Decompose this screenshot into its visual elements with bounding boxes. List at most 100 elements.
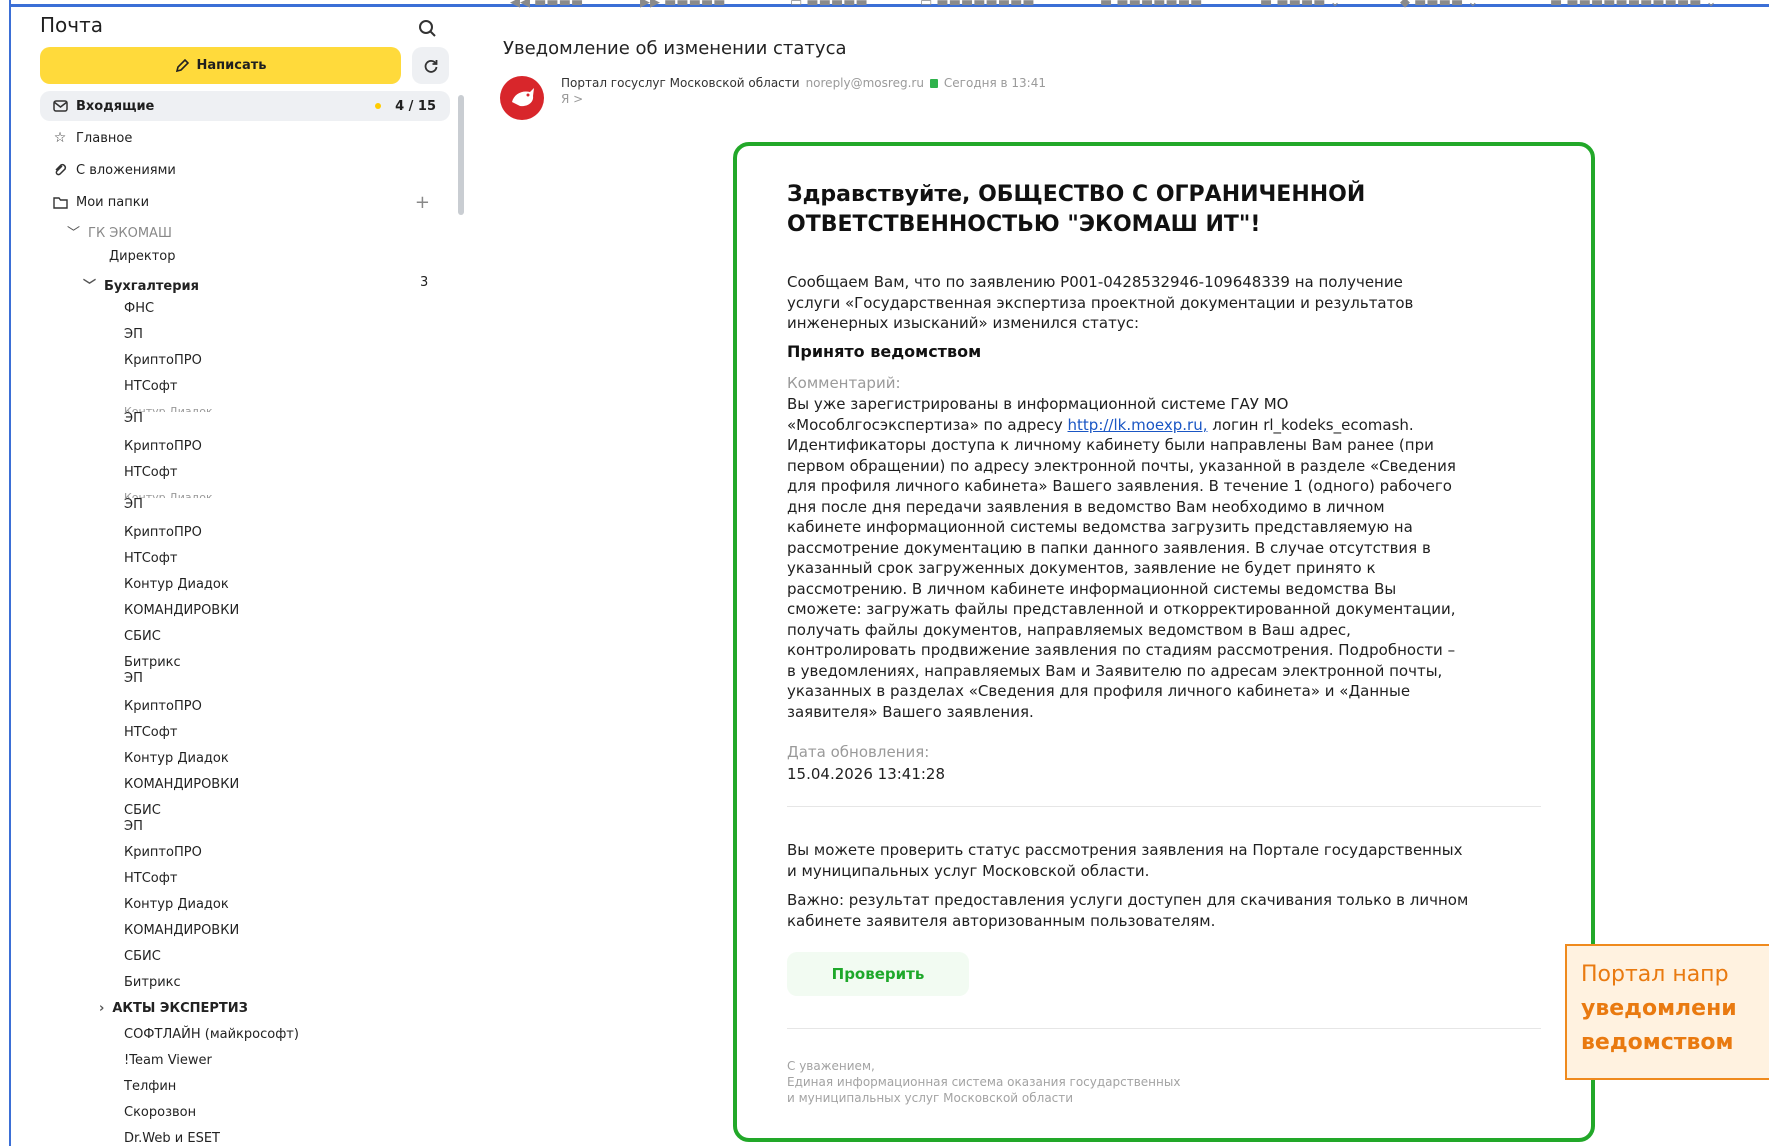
- folder-item[interactable]: СБИС: [124, 803, 161, 818]
- folder-item[interactable]: ЭП: [124, 497, 143, 512]
- folder-item[interactable]: ЭП: [124, 327, 143, 342]
- toolbar-item-clipped[interactable]: ◀◀ ▬▬▬▬: [510, 0, 583, 10]
- toolbar-item-clipped[interactable]: ▶▶ ▬▬▬▬▬: [640, 0, 726, 10]
- frame-left-border: [0, 0, 11, 1146]
- sidebar: Почта Написать Входящие 4 / 15 ☆ Главное…: [11, 7, 464, 1146]
- toolbar-item-clipped[interactable]: ▭ ▬▬▬▬▬▬▬▬: [920, 0, 1035, 10]
- message-subject: Уведомление об изменении статуса: [503, 38, 847, 59]
- verified-lock-icon: [929, 79, 938, 88]
- folder-item[interactable]: КриптоПРО: [124, 845, 202, 860]
- paperclip-icon: [52, 162, 68, 178]
- letter-status: Принято ведомством: [787, 342, 982, 361]
- sender-line: Портал госуслуг Московской области norepl…: [561, 76, 1046, 90]
- folder-item[interactable]: КриптоПРО: [124, 525, 202, 540]
- sender-name[interactable]: Портал госуслуг Московской области: [561, 76, 800, 90]
- letter-intro: Сообщаем Вам, что по заявлению P001-0428…: [787, 273, 1414, 332]
- important-note: Важно: результат предоставления услуги д…: [787, 891, 1469, 930]
- folder-accounting[interactable]: ﹀ Бухгалтерия: [83, 275, 199, 294]
- folder-item[interactable]: ЭП: [124, 411, 143, 426]
- search-icon[interactable]: [417, 18, 439, 40]
- divider: [787, 806, 1541, 807]
- nav-important-label: Главное: [76, 130, 133, 146]
- folder-item[interactable]: КриптоПРО: [124, 699, 202, 714]
- folder-item[interactable]: !Team Viewer: [124, 1053, 212, 1068]
- pencil-icon: [175, 58, 189, 73]
- chevron-down-icon: ﹀: [67, 226, 81, 241]
- letter-comment: Вы уже зарегистрированы в информационной…: [787, 395, 1456, 721]
- toolbar-item-clipped[interactable]: ▬ ▬▬▬▬▬▬▬▬▬▬▬ ⌄: [1550, 0, 1717, 10]
- sender-avatar[interactable]: [500, 76, 544, 120]
- toolbar-item-clipped[interactable]: ▬ ▬▬▬▬ ⌄: [1260, 0, 1341, 10]
- check-button[interactable]: Проверить: [787, 952, 969, 996]
- folder-icon: [52, 194, 68, 210]
- folder-item[interactable]: КОМАНДИРОВКИ: [124, 777, 239, 792]
- folder-item[interactable]: ФНС: [124, 301, 154, 316]
- folder-item[interactable]: НТСофт: [124, 465, 177, 480]
- update-value: 15.04.2026 13:41:28: [787, 765, 946, 783]
- divider: [787, 1028, 1541, 1029]
- compose-label: Написать: [196, 58, 267, 73]
- message-toolbar: ◀◀ ▬▬▬▬ ▶▶ ▬▬▬▬▬ ▭ ▬▬▬▬▬ ▭ ▬▬▬▬▬▬▬▬ ▬ ▬▬…: [500, 0, 1769, 14]
- star-icon: ☆: [53, 130, 67, 146]
- folder-item[interactable]: Контур Диадок: [124, 577, 229, 592]
- folder-item[interactable]: НТСофт: [124, 725, 177, 740]
- compose-button[interactable]: Написать: [40, 47, 401, 84]
- callout-line: ведомством: [1581, 1030, 1734, 1055]
- folder-item[interactable]: Битрикс: [124, 655, 181, 670]
- nav-inbox[interactable]: Входящие 4 / 15: [40, 91, 450, 121]
- recipient-line[interactable]: Я >: [561, 92, 583, 106]
- folder-item[interactable]: СБИС: [124, 949, 161, 964]
- refresh-button[interactable]: [412, 47, 449, 84]
- nav-my-folders-label: Мои папки: [76, 194, 150, 210]
- folder-item[interactable]: НТСофт: [124, 551, 177, 566]
- comment-label: Комментарий:: [787, 374, 901, 392]
- folder-item[interactable]: ЭП: [124, 671, 143, 686]
- signature: С уважением, Единая информационная систе…: [787, 1059, 1181, 1105]
- annotation-callout: Портал напр уведомлени ведомством: [1565, 944, 1769, 1080]
- nav-inbox-label: Входящие: [76, 98, 155, 114]
- nav-attachments[interactable]: С вложениями: [40, 155, 450, 185]
- sender-email[interactable]: noreply@mosreg.ru: [806, 76, 924, 90]
- chevron-right-icon: ›: [99, 1001, 105, 1016]
- folder-item[interactable]: НТСофт: [124, 379, 177, 394]
- folder-item[interactable]: КриптоПРО: [124, 439, 202, 454]
- nav-my-folders[interactable]: Мои папки +: [40, 187, 450, 217]
- folder-item[interactable]: Контур Диадок: [124, 751, 229, 766]
- letter-card: Здравствуйте, ОБЩЕСТВО С ОГРАНИЧЕННОЙ ОТ…: [733, 142, 1595, 1142]
- nav-attachments-label: С вложениями: [76, 162, 176, 178]
- toolbar-item-clipped[interactable]: ▬ ▬▬▬▬▬▬▬: [1100, 0, 1202, 10]
- add-folder-icon[interactable]: +: [415, 192, 430, 213]
- folder-item[interactable]: ЭП: [124, 819, 143, 834]
- folder-item[interactable]: СБИС: [124, 629, 161, 644]
- inbox-count: 4 / 15: [395, 98, 436, 114]
- unread-dot: [375, 103, 382, 109]
- envelope-icon: [52, 98, 68, 114]
- folder-accounting-count: 3: [420, 275, 429, 290]
- folder-item[interactable]: Скорозвон: [124, 1105, 196, 1120]
- folder-item[interactable]: Контур Диадок: [124, 897, 229, 912]
- folder-item[interactable]: СОФТЛАЙН (майкрософт): [124, 1027, 299, 1042]
- folder-director[interactable]: Директор: [109, 249, 176, 264]
- folder-item[interactable]: НТСофт: [124, 871, 177, 886]
- sidebar-scrollbar[interactable]: [458, 95, 464, 215]
- folder-item[interactable]: Битрикс: [124, 975, 181, 990]
- update-label: Дата обновления:: [787, 743, 930, 761]
- folder-expert-acts[interactable]: › АКТЫ ЭКСПЕРТИЗ: [99, 1001, 248, 1016]
- folder-item[interactable]: КОМАНДИРОВКИ: [124, 603, 239, 618]
- portal-link[interactable]: http://lk.moexp.ru,: [1068, 416, 1208, 434]
- folder-item[interactable]: КриптоПРО: [124, 353, 202, 368]
- message-date: Сегодня в 13:41: [943, 76, 1046, 90]
- folder-item[interactable]: Телфин: [124, 1079, 176, 1094]
- folder-item[interactable]: КОМАНДИРОВКИ: [124, 923, 239, 938]
- app-title: Почта: [40, 13, 103, 37]
- folder-item[interactable]: Dr.Web и ESET: [124, 1131, 220, 1146]
- callout-line: Портал напр: [1581, 962, 1729, 987]
- letter-greeting: Здравствуйте, ОБЩЕСТВО С ОГРАНИЧЕННОЙ ОТ…: [787, 182, 1366, 237]
- chevron-down-icon: ﹀: [83, 279, 97, 294]
- callout-line: уведомлени: [1581, 996, 1737, 1021]
- toolbar-item-clipped[interactable]: ▭ ▬▬▬▬▬: [790, 0, 868, 10]
- toolbar-item-clipped[interactable]: ◆ ▬▬▬▬ ⌄: [1400, 0, 1478, 10]
- folder-group[interactable]: ﹀ ГК ЭКОМАШ: [67, 222, 172, 241]
- refresh-icon: [424, 59, 437, 73]
- nav-important[interactable]: ☆ Главное: [40, 123, 450, 153]
